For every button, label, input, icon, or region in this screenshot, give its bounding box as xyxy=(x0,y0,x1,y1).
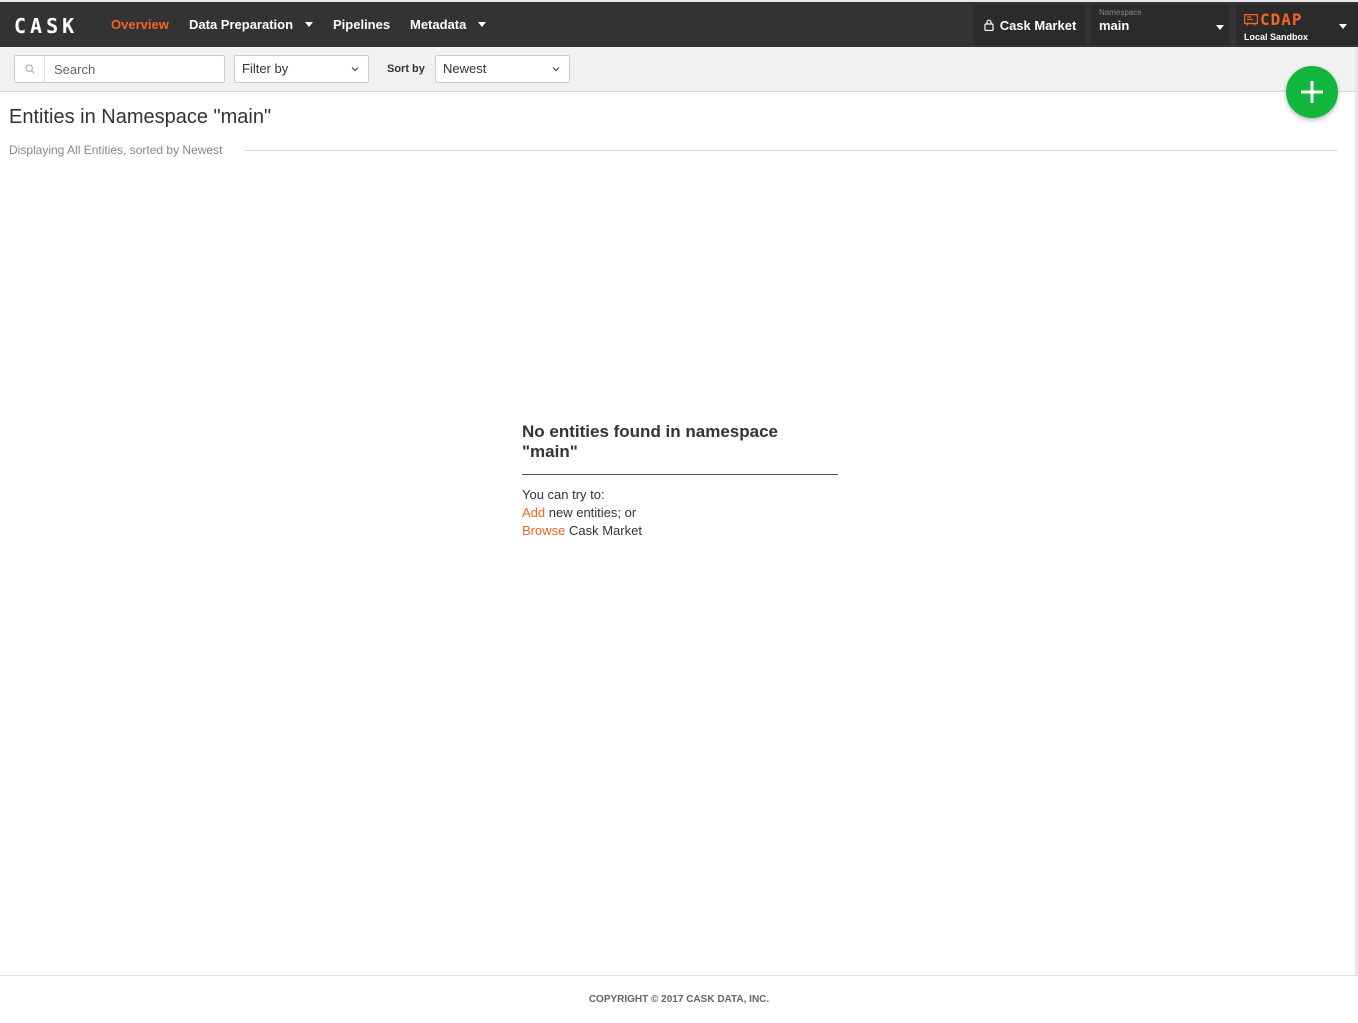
nav-metadata-label: Metadata xyxy=(410,17,467,32)
search-input[interactable] xyxy=(45,56,220,82)
namespace-dropdown[interactable]: Namespace main xyxy=(1090,5,1230,45)
nav-overview-label: Overview xyxy=(111,17,169,32)
namespace-label: Namespace xyxy=(1099,8,1142,17)
cask-logo[interactable]: CASK xyxy=(14,14,78,38)
caret-down-icon xyxy=(478,22,487,27)
empty-state-suggestions: You can try to: Add new entities; or Bro… xyxy=(522,486,838,540)
empty-state: No entities found in namespace "main" Yo… xyxy=(522,422,838,540)
search-icon xyxy=(24,64,35,74)
browse-suggestion: Browse Cask Market xyxy=(522,522,838,540)
search-box xyxy=(14,55,225,83)
cask-market-button[interactable]: Cask Market xyxy=(974,5,1086,45)
cdap-logo: CDAP xyxy=(1244,10,1303,29)
empty-state-title: No entities found in namespace "main" xyxy=(522,422,838,475)
page-title: Entities in Namespace "main" xyxy=(9,106,272,128)
top-navbar: CASK Overview Data Preparation Pipelines… xyxy=(0,0,1358,47)
cdap-subtitle: Local Sandbox xyxy=(1244,32,1309,42)
toolbar: Filter by Sort by Newest xyxy=(0,47,1358,92)
empty-state-intro: You can try to: xyxy=(522,487,605,502)
nav-pipelines[interactable]: Pipelines xyxy=(333,17,390,32)
chevron-down-icon xyxy=(351,67,359,72)
add-suggestion: Add new entities; or xyxy=(522,504,838,522)
cdap-logo-icon xyxy=(1244,13,1258,26)
caret-down-icon xyxy=(1216,25,1224,30)
browse-link[interactable]: Browse xyxy=(522,523,565,538)
nav-overview[interactable]: Overview xyxy=(111,17,169,32)
copyright-text: COPYRIGHT © 2017 CASK DATA, INC. xyxy=(588,994,770,1005)
cdap-menu[interactable]: CDAP Local Sandbox xyxy=(1236,5,1358,45)
chevron-down-icon xyxy=(552,67,560,72)
namespace-value: main xyxy=(1099,18,1130,33)
search-icon-container xyxy=(15,56,45,82)
nav-data-preparation-label: Data Preparation xyxy=(189,17,294,32)
nav-pipelines-label: Pipelines xyxy=(333,17,391,32)
add-entity-button[interactable] xyxy=(1286,66,1338,118)
footer: COPYRIGHT © 2017 CASK DATA, INC. xyxy=(0,975,1358,1023)
divider xyxy=(244,150,1338,151)
filter-dropdown[interactable]: Filter by xyxy=(234,55,369,83)
browse-suggestion-text: Cask Market xyxy=(565,523,642,538)
app-root: CASK Overview Data Preparation Pipelines… xyxy=(0,0,1358,1023)
sort-label: Sort by xyxy=(387,63,425,75)
caret-down-icon xyxy=(305,22,314,27)
lock-icon xyxy=(984,19,994,31)
cask-market-label: Cask Market xyxy=(999,17,1077,33)
nav-data-preparation[interactable]: Data Preparation xyxy=(189,17,314,32)
plus-icon xyxy=(1301,81,1323,103)
add-suggestion-text: new entities; or xyxy=(545,505,637,520)
cdap-logo-text: CDAP xyxy=(1260,10,1303,29)
add-link[interactable]: Add xyxy=(522,505,545,520)
sort-dropdown-value: Newest xyxy=(443,61,487,76)
page-subtitle: Displaying All Entities, sorted by Newes… xyxy=(9,143,223,157)
nav-metadata[interactable]: Metadata xyxy=(410,17,487,32)
caret-down-icon xyxy=(1339,24,1347,29)
filter-dropdown-label: Filter by xyxy=(242,61,289,76)
sort-dropdown[interactable]: Newest xyxy=(435,55,570,83)
